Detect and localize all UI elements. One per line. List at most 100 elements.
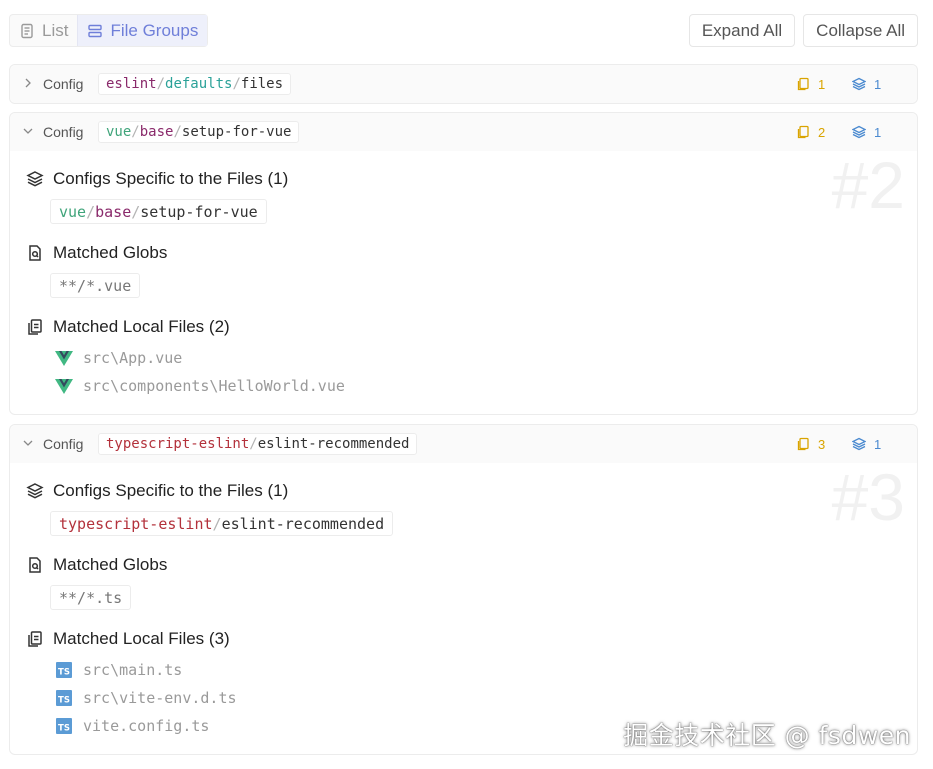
file-group-2: Config vue / base / setup-for-vue 2 1 #2 Con… <box>9 112 918 415</box>
config-name-part: eslint-recommended <box>221 514 385 533</box>
config-name-part: base <box>95 202 132 221</box>
configs-section-label: Configs Specific to the Files (1) <box>53 169 289 188</box>
configs-count: 1 <box>874 124 882 140</box>
files-icon <box>797 77 809 91</box>
group-header[interactable]: Config typescript-eslint / eslint-recommen… <box>10 425 917 463</box>
local-files-section-label: Matched Local Files (3) <box>53 629 230 648</box>
path-separator: / <box>212 514 222 533</box>
vue-logo-icon <box>55 351 73 366</box>
configs-count: 1 <box>874 436 882 452</box>
local-file-path: src\App.vue <box>83 349 183 367</box>
local-file-item[interactable]: TS src\main.ts <box>55 661 182 679</box>
local-file-item[interactable]: TS vite.config.ts <box>55 717 209 735</box>
group-header[interactable]: Config vue / base / setup-for-vue 2 1 <box>10 113 917 151</box>
layers-icon <box>852 437 866 451</box>
list-view-button[interactable]: List <box>10 15 77 46</box>
config-name-part: eslint <box>106 76 157 92</box>
svg-text:TS: TS <box>58 668 70 678</box>
vue-logo-icon <box>55 379 73 394</box>
typescript-icon: TS <box>56 662 72 678</box>
files-icon <box>28 319 42 335</box>
view-mode-switch: List File Groups <box>9 14 209 47</box>
file-groups-view-button[interactable]: File Groups <box>77 15 208 46</box>
file-group-1: Config eslint / defaults / files 1 1 <box>9 64 918 104</box>
group-index-number: #3 <box>831 460 905 534</box>
globs-section-label: Matched Globs <box>53 555 168 574</box>
config-name-part: files <box>240 76 284 92</box>
layers-icon <box>852 77 866 91</box>
typescript-icon: TS <box>56 690 72 706</box>
files-count: 2 <box>818 124 826 140</box>
local-files-section-title: Matched Local Files (2) <box>26 317 230 337</box>
files-icon <box>797 125 809 139</box>
local-files-section-title: Matched Local Files (3) <box>26 629 230 649</box>
files-count-stat: 2 <box>796 125 825 140</box>
config-name-part: setup-for-vue <box>181 124 292 140</box>
configs-count-stat: 1 <box>852 437 881 452</box>
glob-pattern: **/*.ts <box>50 585 132 610</box>
config-name-tag[interactable]: vue / base / setup-for-vue <box>98 121 300 143</box>
path-separator: / <box>232 76 241 92</box>
config-label: Config <box>43 124 84 140</box>
files-icon <box>28 631 42 647</box>
config-name-part: typescript-eslint <box>106 436 250 452</box>
files-count-stat: 1 <box>796 77 825 92</box>
local-file-path: src\main.ts <box>83 661 183 679</box>
layers-icon <box>26 483 44 499</box>
configs-count-stat: 1 <box>852 77 881 92</box>
config-name-part: eslint-recommended <box>257 436 410 452</box>
config-name-tag[interactable]: vue / base / setup-for-vue <box>50 199 267 224</box>
toolbar: List File Groups Expand All Collapse All <box>9 14 918 48</box>
config-name-tag[interactable]: typescript-eslint / eslint-recommended <box>50 511 394 536</box>
group-header[interactable]: Config eslint / defaults / files 1 1 <box>10 65 917 103</box>
config-name-tag[interactable]: typescript-eslint / eslint-recommended <box>98 433 418 455</box>
files-count-stat: 3 <box>796 437 825 452</box>
files-count: 3 <box>818 436 826 452</box>
local-file-item[interactable]: src\components\HelloWorld.vue <box>55 377 345 395</box>
path-separator: / <box>249 436 258 452</box>
expand-all-button[interactable]: Expand All <box>688 14 796 47</box>
group-index-number: #2 <box>831 148 905 222</box>
groups-icon <box>88 24 103 37</box>
typescript-icon: TS <box>56 718 72 734</box>
expand-collapse-controls: Expand All Collapse All <box>688 14 918 47</box>
file-search-icon <box>29 245 41 261</box>
local-file-path: vite.config.ts <box>83 717 210 735</box>
path-separator: / <box>156 76 166 92</box>
configs-section-title: Configs Specific to the Files (1) <box>26 481 288 501</box>
config-name-part: defaults <box>165 76 233 92</box>
file-group-3: Config typescript-eslint / eslint-recommen… <box>9 424 918 755</box>
local-file-item[interactable]: TS src\vite-env.d.ts <box>55 689 237 707</box>
chevron-right-icon <box>25 78 31 88</box>
config-name-tag[interactable]: eslint / defaults / files <box>98 73 292 95</box>
configs-section-title: Configs Specific to the Files (1) <box>26 169 288 189</box>
watermark-text: 掘金技术社区 @ fsdwen <box>623 721 911 750</box>
path-separator: / <box>86 202 96 221</box>
file-groups-view-label: File Groups <box>110 20 199 40</box>
path-separator: / <box>131 202 141 221</box>
globs-section-title: Matched Globs <box>26 555 167 575</box>
config-name-part: setup-for-vue <box>140 202 258 221</box>
path-separator: / <box>131 124 140 140</box>
local-file-item[interactable]: src\App.vue <box>55 349 182 367</box>
chevron-down-icon <box>23 440 33 446</box>
config-name-part: typescript-eslint <box>59 514 213 533</box>
file-search-icon <box>29 557 41 573</box>
config-label: Config <box>43 76 84 92</box>
files-count: 1 <box>818 76 826 92</box>
globs-section-label: Matched Globs <box>53 243 168 262</box>
config-name-part: vue <box>59 202 87 221</box>
glob-pattern: **/*.vue <box>50 273 141 298</box>
svg-text:TS: TS <box>58 696 70 706</box>
chevron-down-icon <box>23 128 33 134</box>
local-file-path: src\components\HelloWorld.vue <box>83 377 345 395</box>
list-view-label: List <box>42 20 69 40</box>
collapse-all-button[interactable]: Collapse All <box>803 14 918 47</box>
layers-icon <box>26 171 44 187</box>
globs-section-title: Matched Globs <box>26 243 167 263</box>
svg-text:TS: TS <box>58 724 70 734</box>
layers-icon <box>852 125 866 139</box>
list-file-icon <box>21 23 33 38</box>
files-icon <box>797 437 809 451</box>
config-name-part: vue <box>106 124 132 140</box>
